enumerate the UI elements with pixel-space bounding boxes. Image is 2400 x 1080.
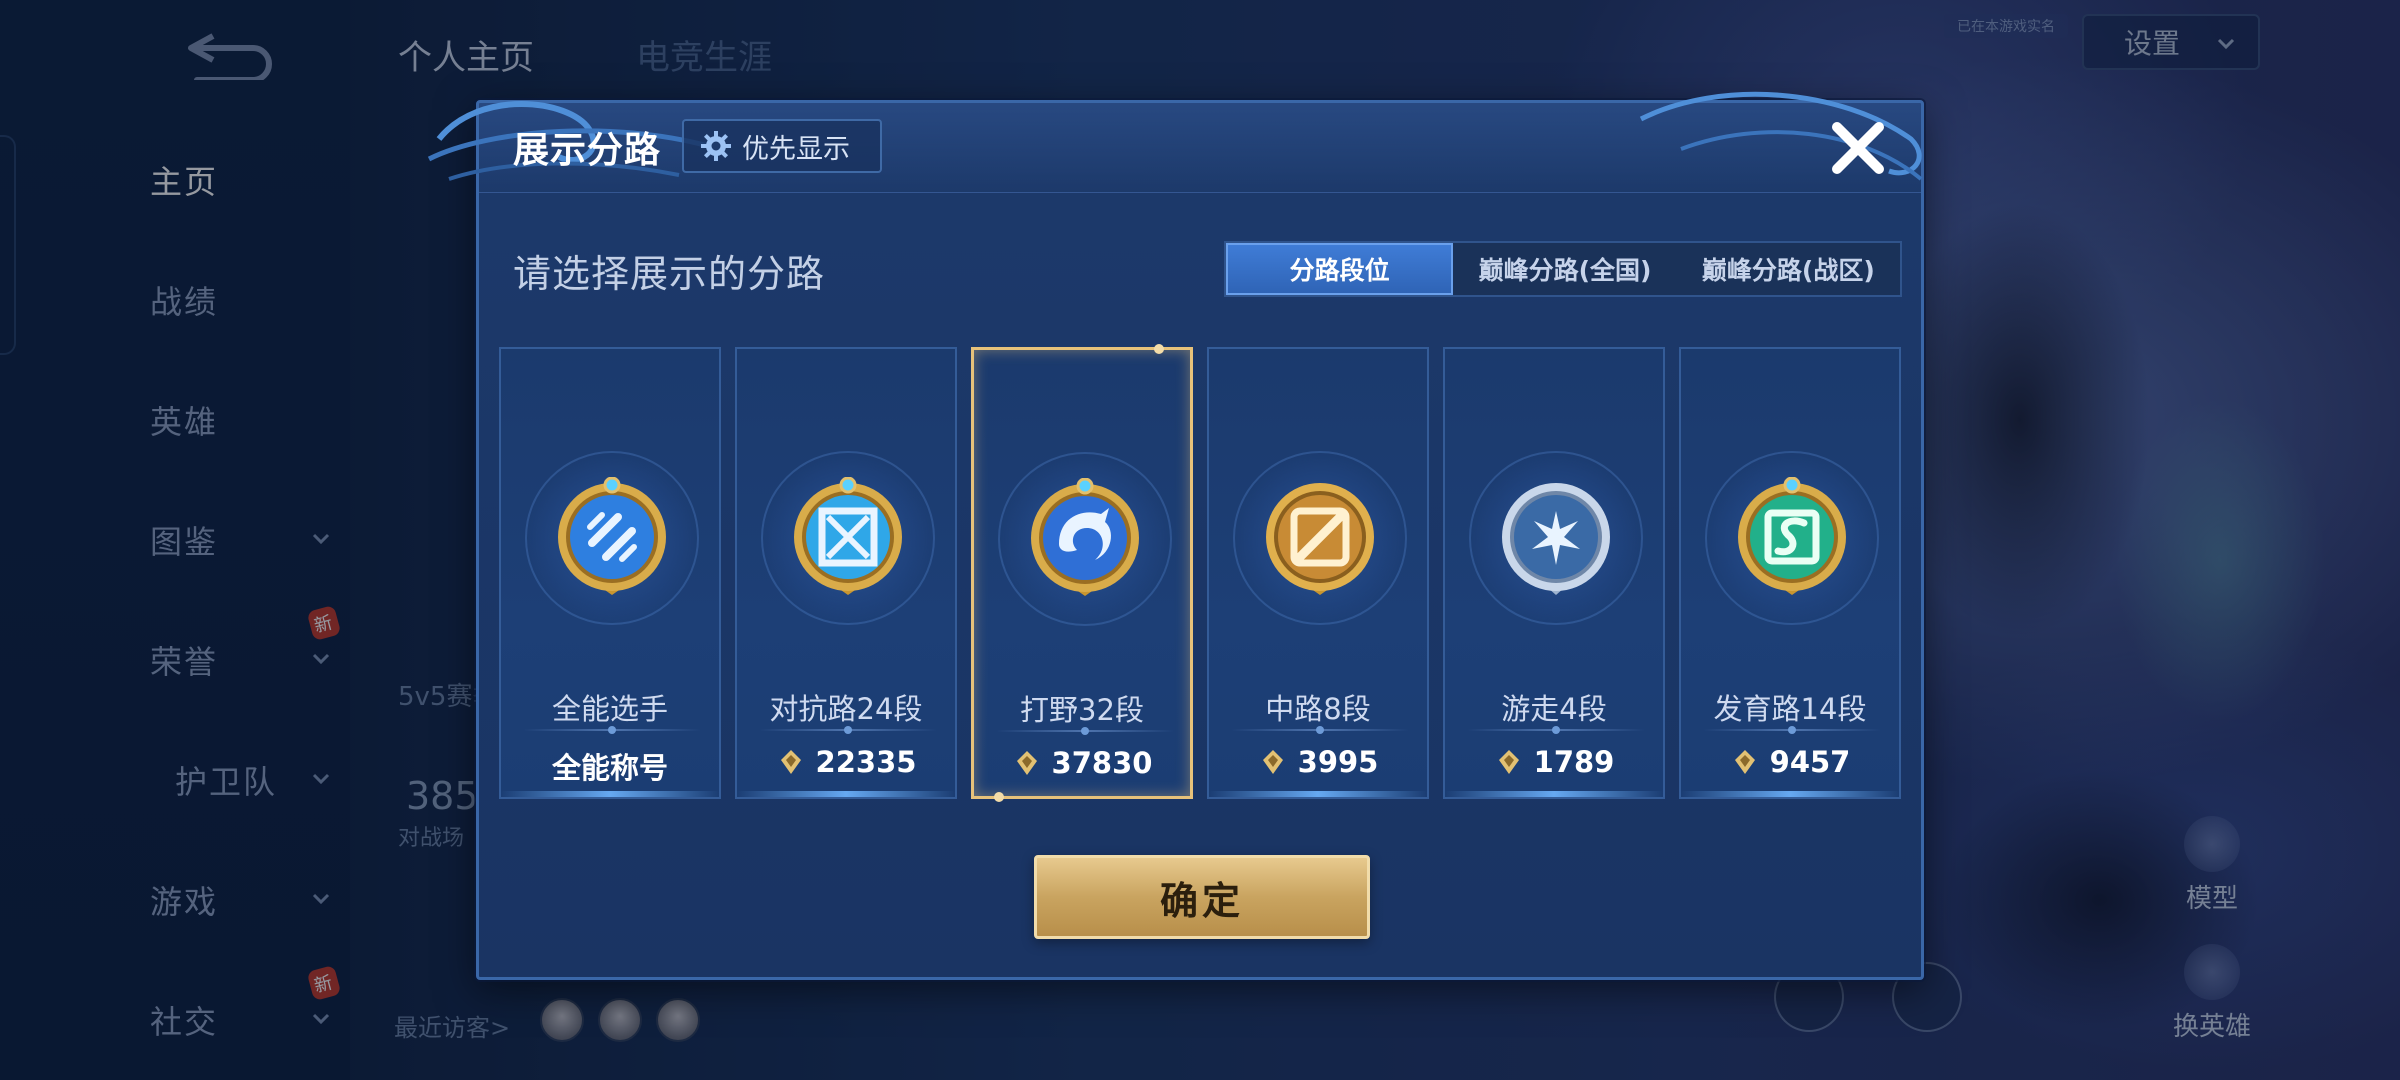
card-divider [523, 726, 701, 734]
lane-card-mid[interactable]: 中路8段 3995 [1207, 347, 1429, 799]
lane-name: 游走4段 [1501, 692, 1607, 726]
farm-lane-emblem-icon [1738, 477, 1846, 595]
score-value: 22335 [815, 745, 917, 779]
card-divider [1703, 726, 1881, 734]
priority-display-label: 优先显示 [742, 133, 850, 165]
lane-card-clash[interactable]: 对抗路24段 22335 [735, 347, 957, 799]
gear-icon [701, 131, 731, 161]
score-value: 1789 [1533, 745, 1615, 779]
priority-display-button[interactable]: 优先显示 [682, 119, 882, 173]
lane-score: 37830 [974, 746, 1190, 780]
lane-card-farm[interactable]: 发育路14段 9457 [1679, 347, 1901, 799]
corner-sparkle [994, 792, 1004, 802]
card-glow [1681, 791, 1899, 797]
card-divider [1467, 726, 1645, 734]
score-value: 9457 [1769, 745, 1851, 779]
card-glow [737, 791, 955, 797]
tab-peak-lane-national[interactable]: 巅峰分路(全国) [1453, 243, 1676, 295]
lane-display-dialog: 展示分路 优先显示 请选择展示的分路 分路段位 巅峰分路(全国) 巅峰分路(战区… [427, 91, 1924, 980]
lane-score: 全能称号 [501, 745, 719, 787]
lane-name: 对抗路24段 [769, 692, 923, 726]
close-icon[interactable] [1823, 113, 1893, 183]
card-glow [1209, 791, 1427, 797]
rank-points-icon [1016, 751, 1037, 775]
card-divider [1231, 726, 1409, 734]
lane-score: 3995 [1209, 745, 1427, 779]
dialog-subtitle: 请选择展示的分路 [513, 252, 826, 296]
card-divider [759, 726, 937, 734]
title-text: 全能称号 [551, 751, 668, 785]
lane-score: 22335 [737, 745, 955, 779]
dialog-title: 展示分路 [513, 130, 662, 171]
allround-emblem-icon [558, 477, 666, 595]
lane-card-jungle[interactable]: 打野32段 37830 [971, 344, 1193, 802]
lane-name: 中路8段 [1265, 692, 1371, 726]
tab-lane-rank[interactable]: 分路段位 [1226, 243, 1454, 295]
card-divider [996, 727, 1174, 735]
lane-type-tabs: 分路段位 巅峰分路(全国) 巅峰分路(战区) [1224, 241, 1902, 297]
lane-score: 9457 [1681, 745, 1899, 779]
mid-lane-emblem-icon [1266, 483, 1374, 595]
lane-name: 全能选手 [551, 692, 668, 726]
corner-sparkle [1154, 344, 1164, 354]
lane-card-allround[interactable]: 全能选手 全能称号 [499, 347, 721, 799]
rank-points-icon [1498, 750, 1519, 774]
lane-card-roam[interactable]: 游走4段 1789 [1443, 347, 1665, 799]
roam-emblem-icon [1502, 483, 1610, 595]
cloud-swirl-decoration-icon [1639, 91, 1923, 181]
clash-lane-emblem-icon [794, 477, 902, 595]
lane-card-list: 全能选手 全能称号 对抗路24段 22335 打野32段 37830 中路8段 … [499, 344, 1901, 802]
tab-peak-lane-region[interactable]: 巅峰分路(战区) [1677, 243, 1900, 295]
card-glow [501, 791, 719, 797]
rank-points-icon [1262, 750, 1283, 774]
rank-points-icon [1734, 750, 1755, 774]
lane-name: 发育路14段 [1713, 692, 1867, 726]
card-glow [1445, 791, 1663, 797]
score-value: 3995 [1297, 745, 1379, 779]
lane-name: 打野32段 [1020, 693, 1144, 727]
rank-points-icon [780, 750, 801, 774]
lane-score: 1789 [1445, 745, 1663, 779]
jungle-emblem-icon [1031, 478, 1139, 596]
score-value: 37830 [1051, 746, 1153, 780]
confirm-button[interactable]: 确定 [1034, 855, 1370, 939]
